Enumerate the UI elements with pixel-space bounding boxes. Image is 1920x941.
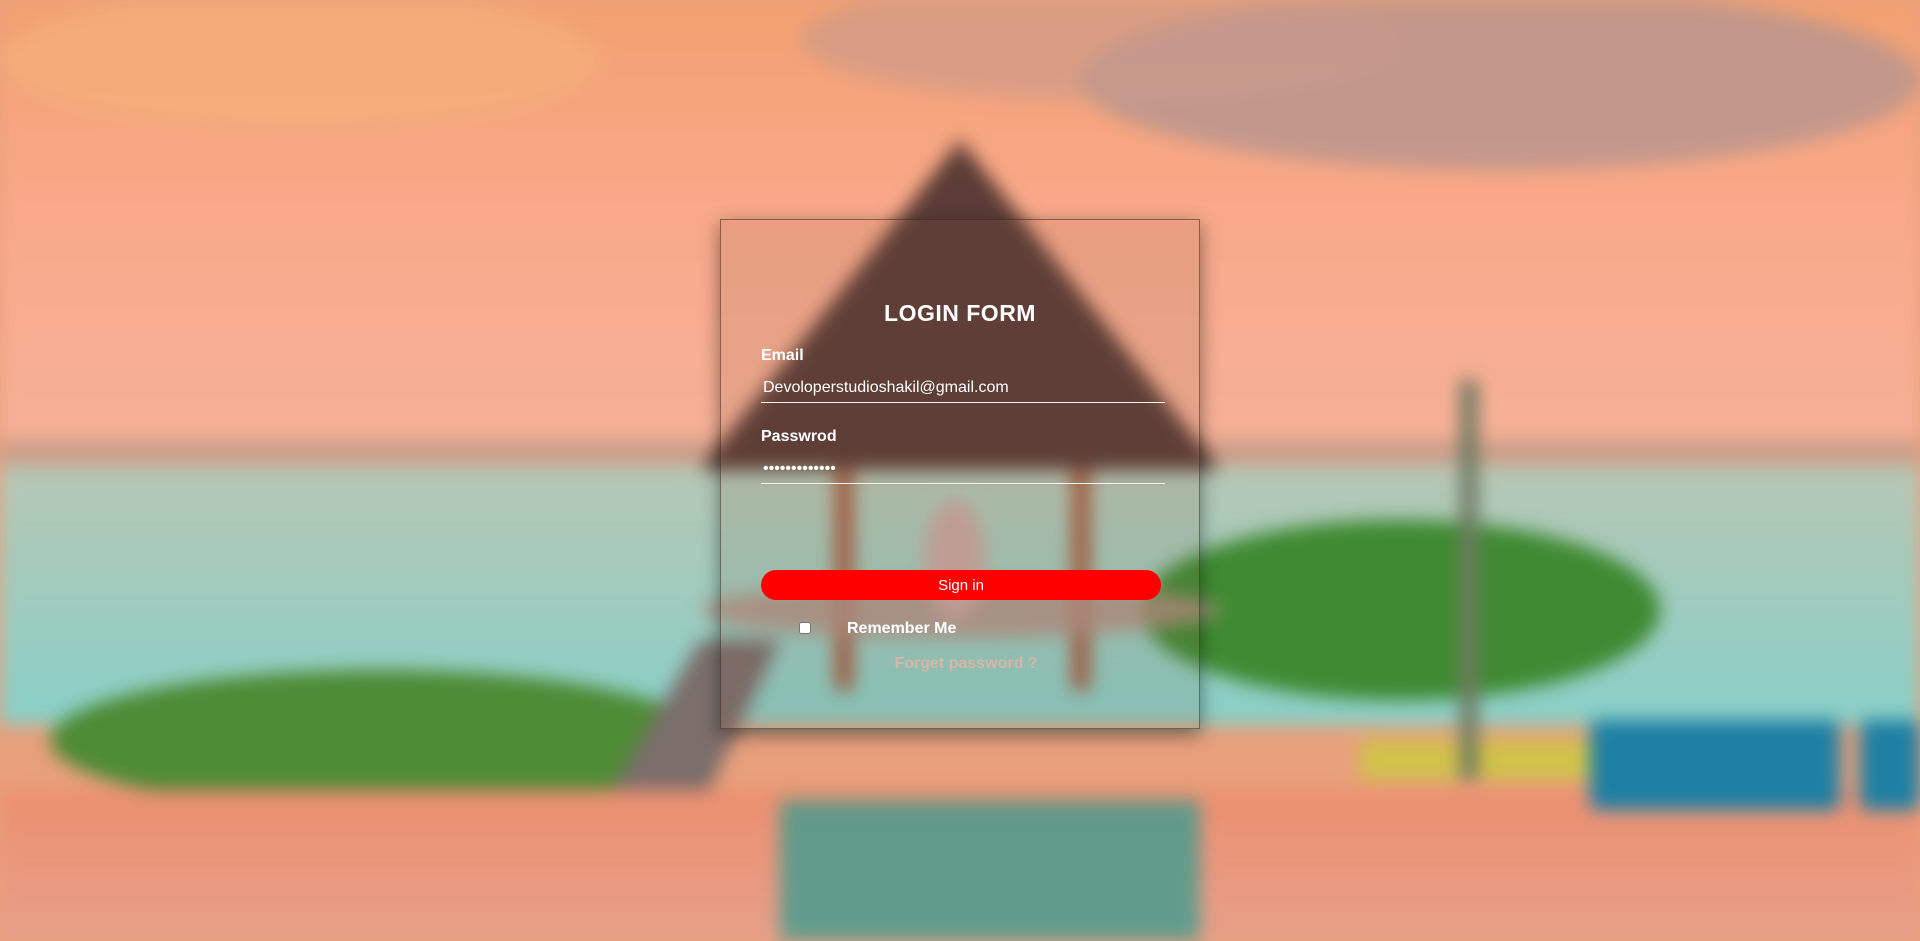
- login-card: LOGIN FORM Email Passwrod Sign in Rememb…: [720, 219, 1200, 729]
- remember-me-checkbox[interactable]: [799, 622, 811, 634]
- forget-password-link[interactable]: Forget password ?: [721, 655, 1211, 673]
- sign-in-button[interactable]: Sign in: [761, 570, 1161, 600]
- password-label: Passwrod: [761, 428, 837, 445]
- email-label: Email: [761, 347, 804, 364]
- remember-me-label: Remember Me: [847, 620, 957, 637]
- password-input[interactable]: [761, 454, 1165, 484]
- form-title: LOGIN FORM: [884, 300, 1036, 326]
- email-input[interactable]: [761, 373, 1165, 403]
